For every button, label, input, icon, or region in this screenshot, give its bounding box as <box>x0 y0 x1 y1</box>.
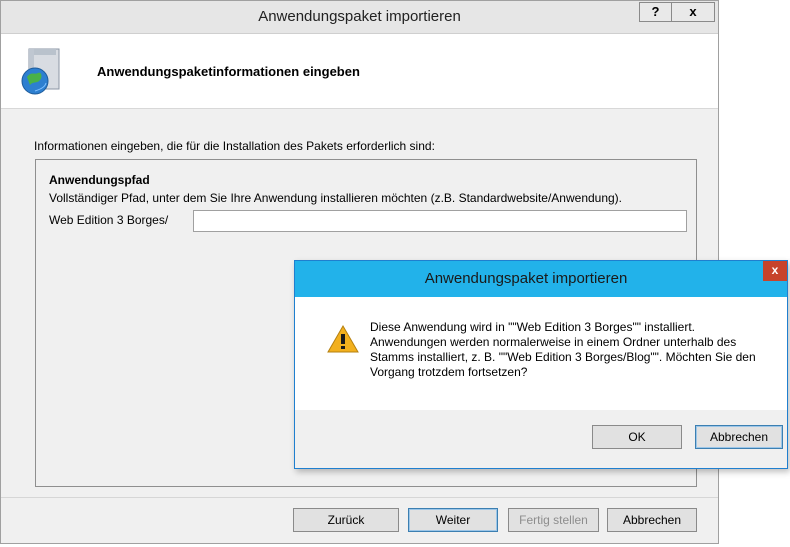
confirmation-dialog: Anwendungspaket importieren x Diese Anwe… <box>294 260 788 469</box>
dialog-cancel-button[interactable]: Abbrechen <box>695 425 783 449</box>
dialog-titlebar[interactable]: Anwendungspaket importieren x <box>295 261 787 297</box>
dialog-title: Anwendungspaket importieren <box>424 270 628 287</box>
ok-button[interactable]: OK <box>592 425 682 449</box>
cancel-button[interactable]: Abbrechen <box>607 508 697 532</box>
header-title: Anwendungspaketinformationen eingeben <box>97 64 360 79</box>
dialog-message: Diese Anwendung wird in ""Web Edition 3 … <box>370 320 756 379</box>
package-icon <box>21 48 60 95</box>
finish-button[interactable]: Fertig stellen <box>508 508 599 532</box>
path-input[interactable] <box>193 210 687 232</box>
dialog-close-button[interactable]: x <box>763 261 787 281</box>
back-button[interactable]: Zurück <box>293 508 399 532</box>
help-button[interactable]: ? <box>639 2 672 22</box>
footer-divider <box>1 497 718 498</box>
close-button[interactable]: x <box>671 2 715 22</box>
wizard-header: Anwendungspaketinformationen eingeben <box>1 34 718 109</box>
group-description: Vollständiger Pfad, unter dem Sie Ihre A… <box>49 191 623 205</box>
group-heading: Anwendungspfad <box>49 173 150 187</box>
path-label: Web Edition 3 Borges/ <box>49 213 169 227</box>
window-titlebar[interactable]: Anwendungspaket importieren ? x <box>1 1 718 34</box>
warning-icon <box>327 324 359 353</box>
next-button[interactable]: Weiter <box>408 508 498 532</box>
intro-text: Informationen eingeben, die für die Inst… <box>34 139 435 153</box>
window-title: Anwendungspaket importieren <box>258 8 461 25</box>
dialog-body: Diese Anwendung wird in ""Web Edition 3 … <box>295 297 787 410</box>
